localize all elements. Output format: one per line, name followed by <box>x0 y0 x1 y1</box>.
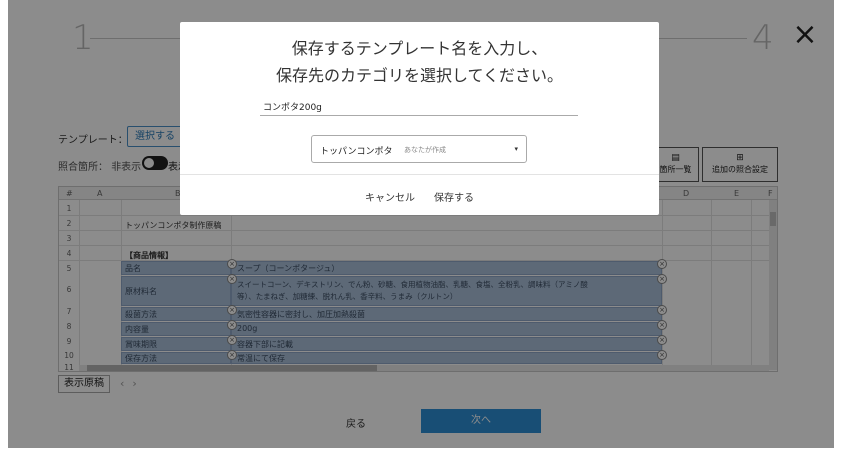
dialog-divider <box>180 174 659 175</box>
dialog-title-line-2: 保存先のカテゴリを選択してください。 <box>275 66 564 85</box>
save-button[interactable]: 保存する <box>434 189 474 204</box>
chevron-down-icon: ▾ <box>514 145 518 153</box>
dialog-title-line-1: 保存するテンプレート名を入力し、 <box>291 39 548 58</box>
template-name-input[interactable] <box>260 98 578 116</box>
category-owner-label: あなたが作成 <box>404 146 446 154</box>
page: 1 4 × テンプレート： 選択する 照合箇所： 非表示 表示 ▤ 箇所一覧 ⊞… <box>0 0 842 457</box>
cancel-button[interactable]: キャンセル <box>365 189 415 204</box>
save-template-dialog: 保存するテンプレート名を入力し、 保存先のカテゴリを選択してください。 トッパン… <box>180 22 659 215</box>
category-selected-value: トッパンコンポタ <box>320 147 393 157</box>
category-select[interactable]: トッパンコンポタ あなたが作成 ▾ <box>311 135 527 163</box>
